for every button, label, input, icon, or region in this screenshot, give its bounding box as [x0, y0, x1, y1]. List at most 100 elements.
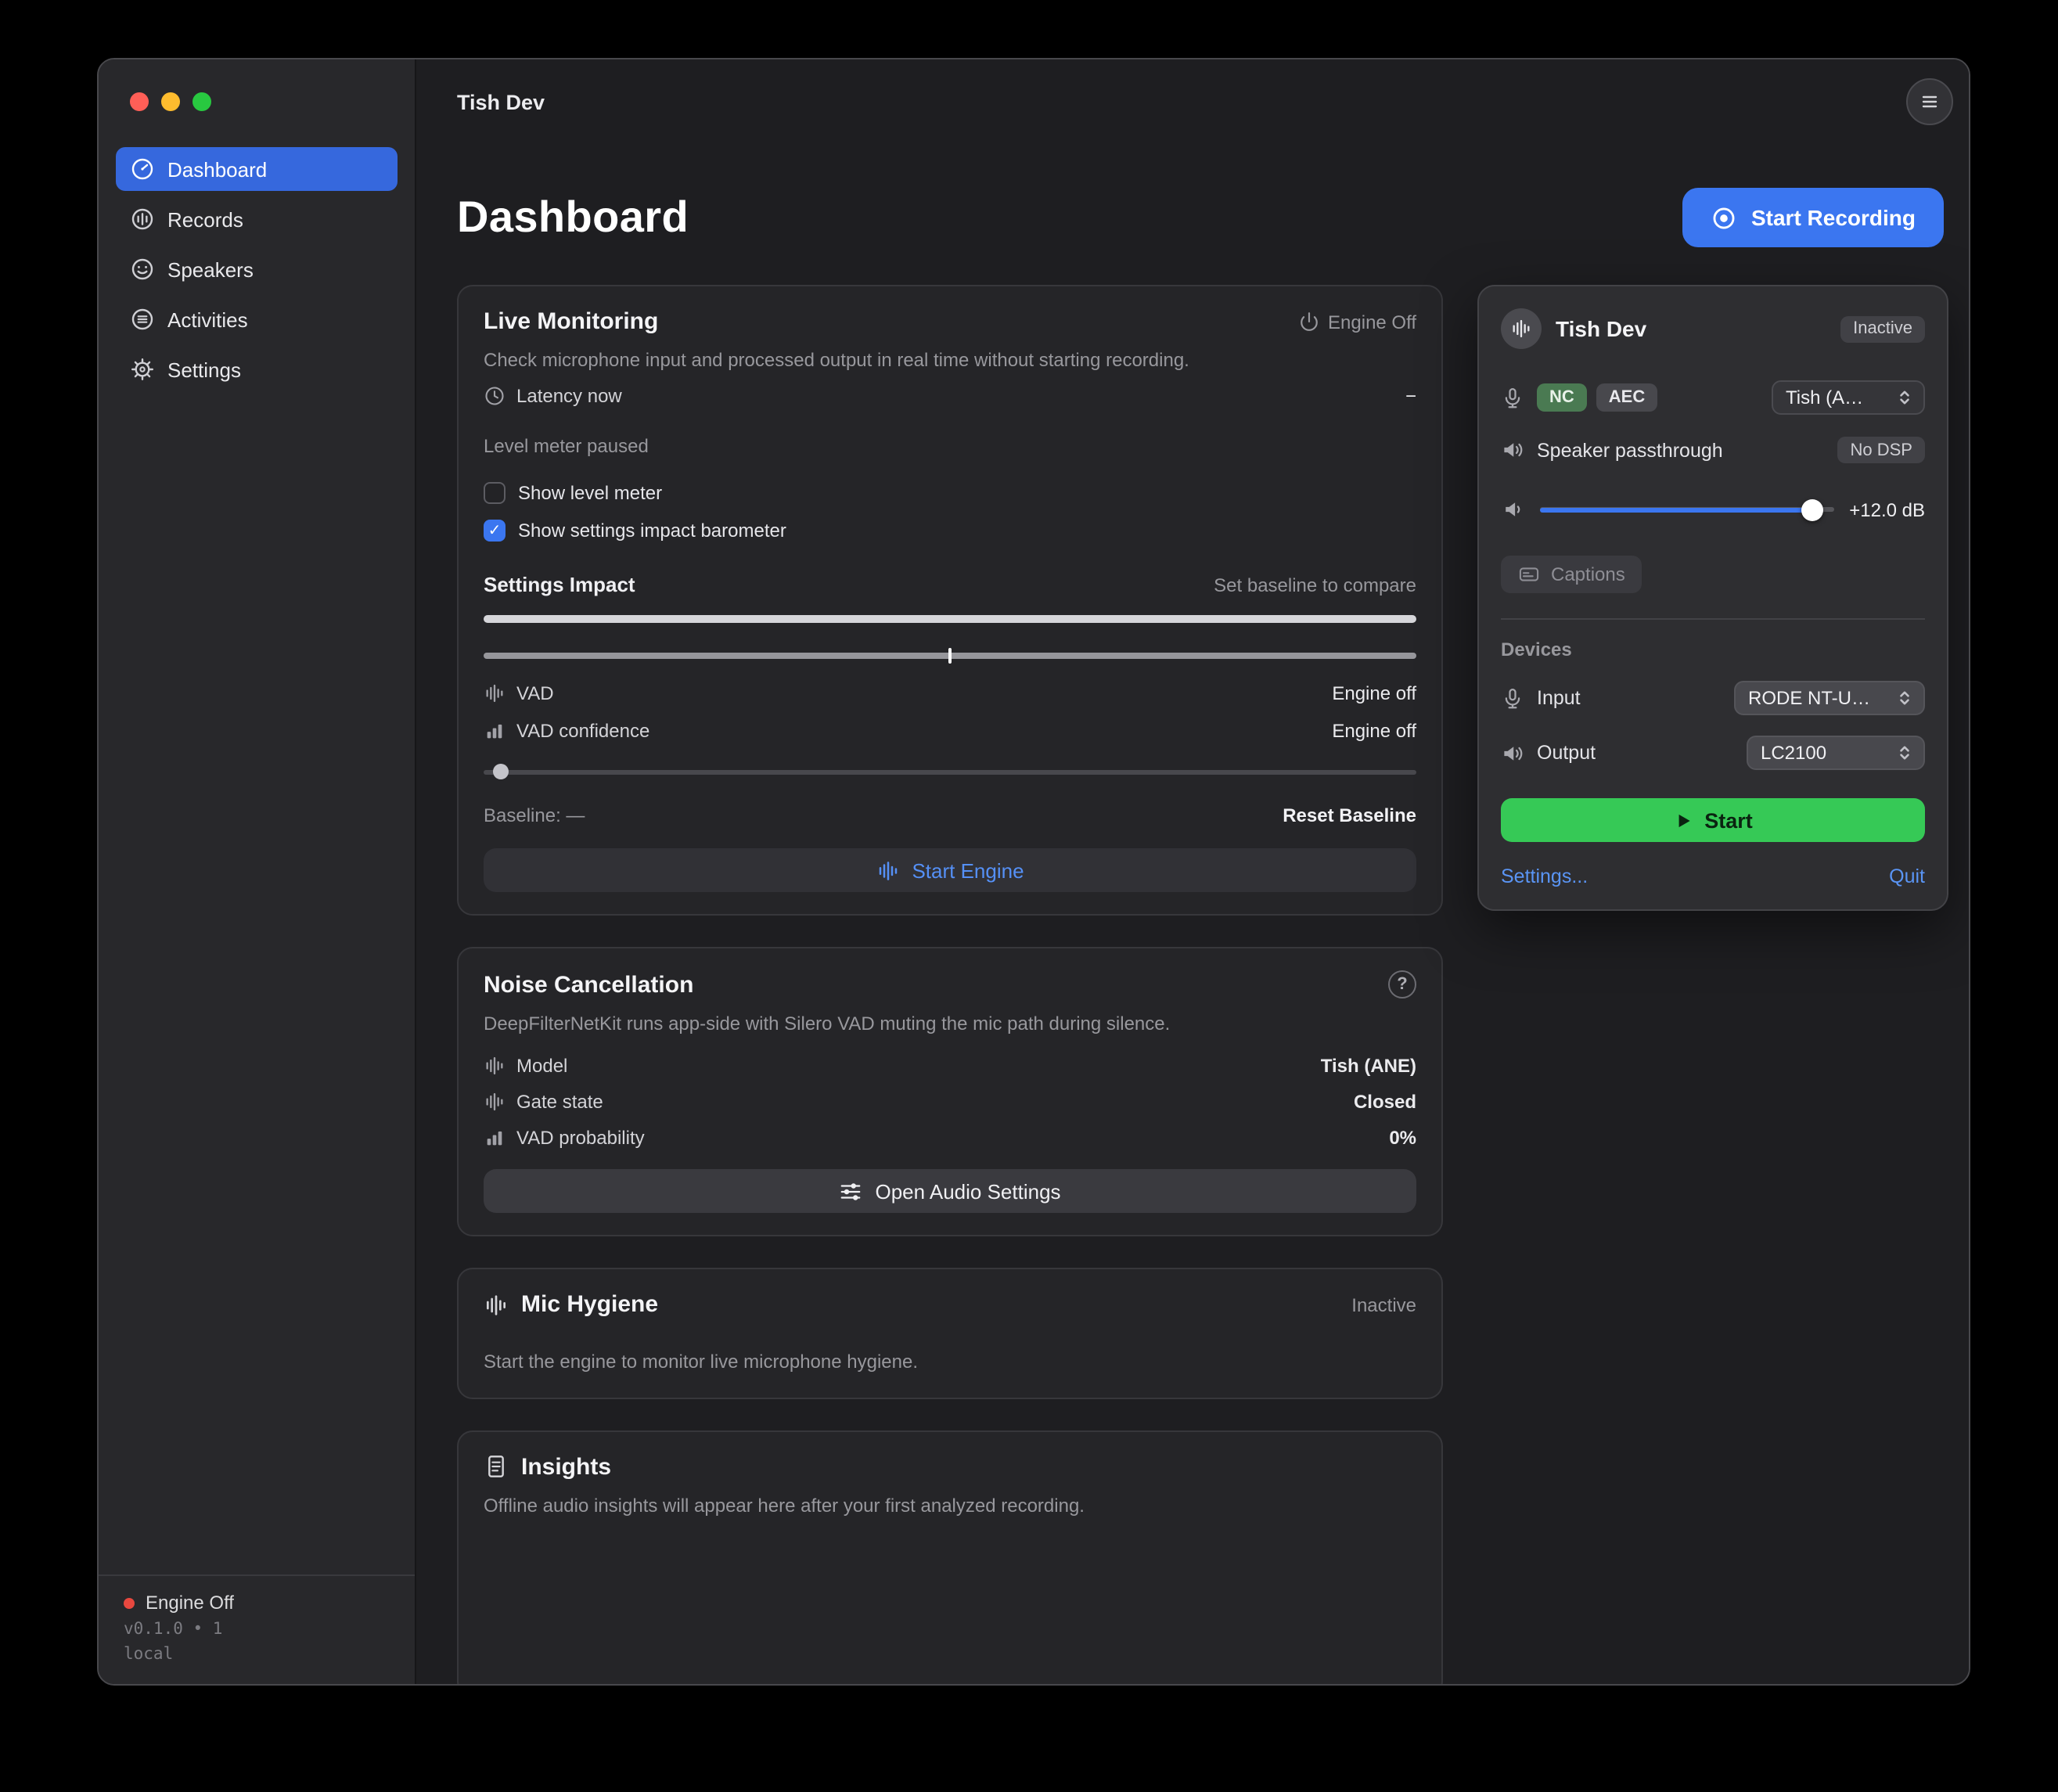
device-panel: Tish Dev Inactive NC AEC Tish (A…: [1477, 285, 1948, 911]
sidebar-item-settings[interactable]: Settings: [116, 347, 398, 391]
settings-link[interactable]: Settings...: [1501, 865, 1588, 887]
show-level-meter-label: Show level meter: [518, 482, 662, 504]
chevron-up-down-icon: [1895, 743, 1914, 762]
vad-confidence-slider[interactable]: [484, 764, 1416, 779]
gain-slider[interactable]: [1540, 498, 1833, 520]
sliders-icon: [839, 1180, 862, 1204]
main-area: Tish Dev Dashboard Start Recording: [416, 59, 1969, 1684]
help-icon[interactable]: ?: [1388, 970, 1416, 999]
sidebar-item-records[interactable]: Records: [116, 197, 398, 241]
clock-icon: [484, 385, 506, 407]
sidebar: Dashboard Records Speakers Activities Se…: [99, 59, 416, 1684]
waveform-icon: [484, 1092, 506, 1114]
show-barometer-checkbox[interactable]: [484, 520, 506, 542]
vad-label: VAD: [516, 682, 554, 704]
speaker-low-icon: [1501, 498, 1524, 521]
window-title: Tish Dev: [457, 90, 545, 113]
noise-cancellation-title: Noise Cancellation: [484, 971, 693, 998]
reset-baseline-button[interactable]: Reset Baseline: [1283, 804, 1416, 826]
show-level-meter-row[interactable]: Show level meter: [484, 482, 1416, 504]
sidebar-item-dashboard[interactable]: Dashboard: [116, 147, 398, 191]
output-label: Output: [1537, 742, 1596, 764]
model-row: Model Tish (ANE): [484, 1056, 1416, 1078]
sidebar-item-label: Speakers: [167, 257, 254, 281]
person-circle-icon: [130, 257, 155, 282]
hamburger-icon: [1917, 89, 1942, 114]
vad-row: VAD Engine off: [484, 682, 1416, 704]
input-device-select[interactable]: RODE NT-U…: [1734, 681, 1925, 715]
start-engine-button[interactable]: Start Engine: [484, 848, 1416, 892]
list-circle-icon: [130, 307, 155, 332]
mic-hygiene-card: Mic Hygiene Inactive Start the engine to…: [457, 1268, 1443, 1398]
minimize-window-button[interactable]: [161, 92, 180, 111]
device-status-badge: Inactive: [1840, 315, 1925, 342]
model-select[interactable]: Tish (A…: [1772, 380, 1925, 415]
gauge-icon: [130, 157, 155, 182]
gain-slider-knob[interactable]: [1802, 498, 1824, 520]
vad-confidence-row: VAD confidence Engine off: [484, 720, 1416, 742]
output-device-row: Output LC2100: [1501, 736, 1925, 770]
slider-knob[interactable]: [493, 764, 509, 779]
environment-label: local: [124, 1645, 390, 1664]
insights-description: Offline audio insights will appear here …: [484, 1492, 1416, 1517]
passthrough-row: Speaker passthrough No DSP: [1501, 437, 1925, 463]
play-icon: [1673, 810, 1693, 830]
sidebar-toggle-icon[interactable]: [366, 89, 394, 117]
latency-value: −: [1405, 385, 1416, 407]
gate-state-value: Closed: [1354, 1092, 1416, 1114]
set-baseline-hint: Set baseline to compare: [1214, 574, 1416, 596]
live-monitoring-card: Live Monitoring Engine Off Check microph…: [457, 285, 1443, 916]
live-monitoring-description: Check microphone input and processed out…: [484, 347, 1416, 372]
aec-toggle[interactable]: AEC: [1596, 383, 1657, 412]
show-barometer-label: Show settings impact barometer: [518, 520, 786, 542]
quit-link[interactable]: Quit: [1889, 865, 1925, 887]
show-barometer-row[interactable]: Show settings impact barometer: [484, 520, 1416, 542]
open-audio-settings-button[interactable]: Open Audio Settings: [484, 1170, 1416, 1214]
captions-icon: [1518, 563, 1540, 585]
show-level-meter-checkbox[interactable]: [484, 482, 506, 504]
mic-hygiene-description: Start the engine to monitor live microph…: [484, 1350, 1416, 1375]
app-avatar: [1501, 308, 1542, 349]
nc-toggle[interactable]: NC: [1537, 383, 1587, 412]
app-version: v0.1.0 • 1: [124, 1620, 390, 1639]
devices-section-label: Devices: [1501, 639, 1925, 660]
sidebar-footer: Engine Off v0.1.0 • 1 local: [99, 1574, 415, 1684]
noise-cancellation-description: DeepFilterNetKit runs app-side with Sile…: [484, 1011, 1416, 1036]
settings-impact-title: Settings Impact: [484, 573, 635, 596]
close-window-button[interactable]: [130, 92, 149, 111]
dsp-toggle-row: NC AEC Tish (A…: [1501, 380, 1925, 415]
impact-meter-tick: [948, 648, 952, 664]
start-recording-button[interactable]: Start Recording: [1682, 188, 1944, 247]
baseline-label: Baseline: —: [484, 804, 585, 826]
menu-button[interactable]: [1906, 78, 1953, 125]
sidebar-item-activities[interactable]: Activities: [116, 297, 398, 341]
gain-value: +12.0 dB: [1849, 498, 1925, 520]
mic-hygiene-title: Mic Hygiene: [484, 1292, 658, 1319]
noise-cancellation-card: Noise Cancellation ? DeepFilterNetKit ru…: [457, 947, 1443, 1236]
sidebar-item-speakers[interactable]: Speakers: [116, 247, 398, 291]
engine-status: Engine Off: [1298, 311, 1416, 333]
mic-icon: [1501, 386, 1524, 409]
zoom-window-button[interactable]: [192, 92, 211, 111]
titlebar: Tish Dev: [416, 59, 1969, 144]
waveform-circle-icon: [130, 207, 155, 232]
gate-state-row: Gate state Closed: [484, 1092, 1416, 1114]
impact-meter-secondary: [484, 648, 1416, 664]
record-icon: [1711, 204, 1737, 231]
vad-probability-row: VAD probability 0%: [484, 1128, 1416, 1150]
passthrough-label: Speaker passthrough: [1537, 439, 1723, 461]
gain-row: +12.0 dB: [1501, 498, 1925, 521]
chart-icon: [484, 1128, 506, 1150]
speaker-icon: [1501, 438, 1524, 462]
input-label: Input: [1537, 687, 1581, 709]
waveform-icon: [484, 682, 506, 704]
sidebar-item-label: Activities: [167, 308, 248, 331]
start-button[interactable]: Start: [1501, 798, 1925, 842]
document-icon: [484, 1454, 509, 1479]
output-device-select[interactable]: LC2100: [1747, 736, 1925, 770]
captions-button[interactable]: Captions: [1501, 556, 1642, 593]
insights-title: Insights: [484, 1453, 611, 1480]
mic-icon: [1501, 686, 1524, 710]
vad-confidence-label: VAD confidence: [516, 720, 649, 742]
chart-icon: [484, 720, 506, 742]
